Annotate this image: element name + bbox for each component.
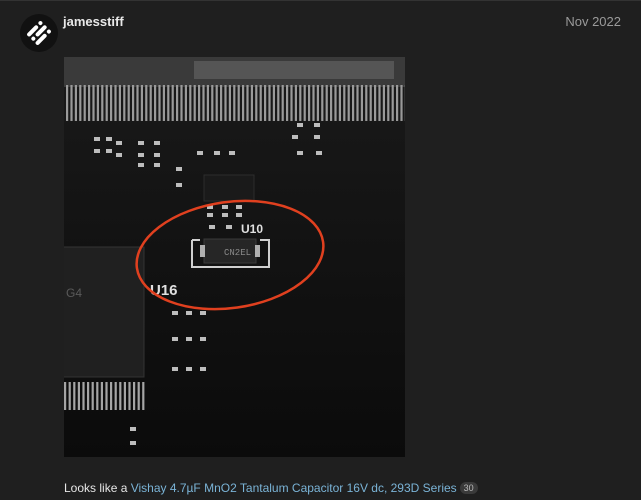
post-username[interactable]: jamesstiff [63, 14, 124, 29]
u10-label: U10 [241, 222, 263, 236]
u16-label: U16 [150, 282, 178, 299]
top-divider [0, 0, 641, 1]
discourse-logo-icon [27, 21, 51, 45]
caption-prefix: Looks like a [64, 481, 131, 495]
pcb-photo[interactable]: CN2EL U10 U16 G4 [64, 57, 405, 457]
link-click-count: 30 [459, 482, 478, 494]
user-avatar[interactable] [20, 14, 58, 52]
ic-edge-label: G4 [66, 286, 82, 300]
post-date[interactable]: Nov 2022 [565, 14, 621, 29]
large-ic [64, 246, 145, 378]
chip-marking: CN2EL [224, 248, 251, 258]
product-link[interactable]: Vishay 4.7µF MnO2 Tantalum Capacitor 16V… [131, 481, 457, 495]
post-caption: Looks like a Vishay 4.7µF MnO2 Tantalum … [64, 481, 478, 495]
